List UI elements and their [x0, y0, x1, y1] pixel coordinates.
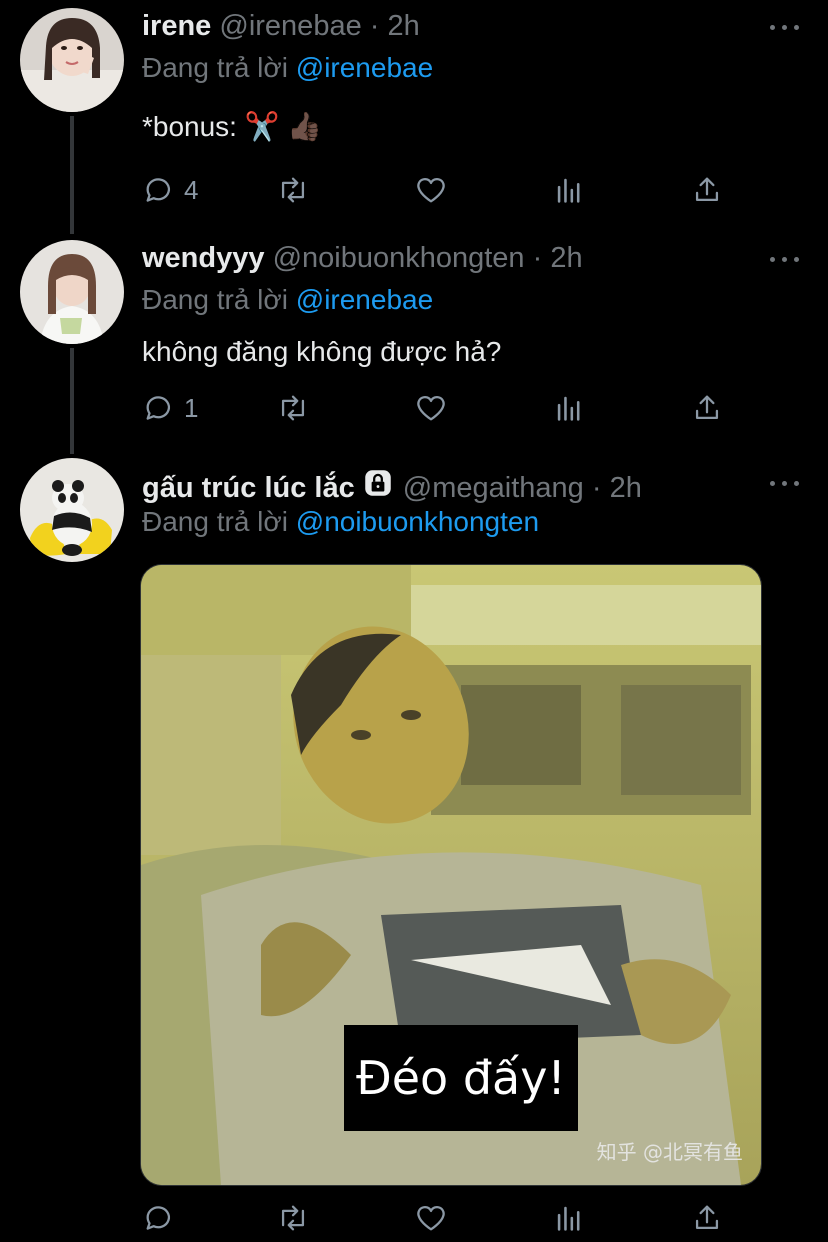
share-button[interactable] [690, 388, 724, 428]
separator: · [532, 242, 543, 274]
lock-icon [361, 466, 395, 508]
retweet-icon [281, 1205, 305, 1231]
share-button[interactable] [690, 1198, 724, 1238]
more-options-icon[interactable] [770, 478, 800, 488]
replying-to: Đang trả lời @noibuonkhongten [142, 506, 539, 538]
like-button[interactable] [414, 1198, 448, 1238]
reply-count: 4 [184, 174, 199, 205]
avatar[interactable] [20, 458, 124, 562]
tweet-media-image[interactable]: Đéo đấy! 知乎 @北冥有鱼 [140, 564, 762, 1186]
more-options-icon[interactable] [770, 254, 800, 264]
retweet-button[interactable] [276, 388, 310, 428]
timestamp[interactable]: 2h [550, 242, 582, 274]
like-icon [417, 1206, 445, 1231]
reply-mention-link[interactable]: @noibuonkhongten [296, 506, 539, 537]
reply-icon [146, 1206, 171, 1230]
replying-to: Đang trả lời @irenebae [142, 284, 433, 316]
reply-icon [146, 396, 171, 420]
tweet-text: *bonus: ✂️ 👍🏿 [142, 111, 323, 142]
meme-caption-box: Đéo đấy! [344, 1025, 578, 1131]
handle[interactable]: @megaithang [403, 472, 584, 504]
timestamp[interactable]: 2h [610, 472, 642, 504]
action-bar [142, 1198, 742, 1238]
meme-caption: Đéo đấy! [356, 1051, 566, 1105]
retweet-icon [281, 395, 305, 421]
reply-icon [146, 178, 171, 202]
timestamp[interactable]: 2h [388, 10, 420, 42]
avatar[interactable] [20, 240, 124, 344]
like-button[interactable] [414, 388, 448, 428]
separator: · [369, 10, 380, 42]
tweet-header: wendyyy @noibuonkhongten · 2h [142, 242, 768, 275]
tweet-irene[interactable]: irene @irenebae · 2h Đang trả lời @irene… [0, 0, 828, 230]
share-icon [695, 1205, 719, 1230]
analytics-button[interactable] [552, 170, 586, 210]
tweet-text: không đăng không được hả? [142, 336, 502, 367]
reply-prefix: Đang trả lời [142, 506, 288, 537]
share-icon [695, 395, 719, 420]
reply-count: 1 [184, 392, 199, 423]
separator: · [591, 472, 602, 504]
reply-mention-link[interactable]: @irenebae [296, 52, 433, 83]
retweet-button[interactable] [276, 1198, 310, 1238]
analytics-icon [557, 178, 580, 203]
like-icon [417, 396, 445, 421]
display-name[interactable]: wendyyy [142, 242, 265, 274]
more-options-icon[interactable] [770, 22, 800, 32]
analytics-icon [557, 1206, 580, 1231]
reply-button[interactable]: 4 [142, 170, 198, 210]
action-bar: 1 [142, 388, 742, 428]
tweet-header: gấu trúc lúc lắc @megaithang · 2h [142, 466, 768, 508]
reply-button[interactable]: 1 [142, 388, 198, 428]
handle[interactable]: @irenebae [219, 10, 361, 42]
retweet-button[interactable] [276, 170, 310, 210]
handle[interactable]: @noibuonkhongten [273, 242, 525, 274]
share-icon [695, 177, 719, 202]
analytics-button[interactable] [552, 1198, 586, 1238]
share-button[interactable] [690, 170, 724, 210]
replying-to: Đang trả lời @irenebae [142, 52, 433, 84]
like-button[interactable] [414, 170, 448, 210]
retweet-icon [281, 177, 305, 203]
reply-prefix: Đang trả lời [142, 284, 288, 315]
reply-mention-link[interactable]: @irenebae [296, 284, 433, 315]
avatar[interactable] [20, 8, 124, 112]
reply-button[interactable] [142, 1198, 176, 1238]
image-watermark: 知乎 @北冥有鱼 [596, 1140, 743, 1164]
tweet-wendyyy[interactable]: wendyyy @noibuonkhongten · 2h Đang trả l… [0, 230, 828, 450]
tweet-header: irene @irenebae · 2h [142, 10, 768, 43]
display-name[interactable]: irene [142, 10, 211, 42]
reply-prefix: Đang trả lời [142, 52, 288, 83]
analytics-icon [557, 396, 580, 421]
display-name[interactable]: gấu trúc lúc lắc [142, 472, 355, 504]
like-icon [417, 178, 445, 203]
action-bar: 4 [142, 170, 742, 210]
analytics-button[interactable] [552, 388, 586, 428]
